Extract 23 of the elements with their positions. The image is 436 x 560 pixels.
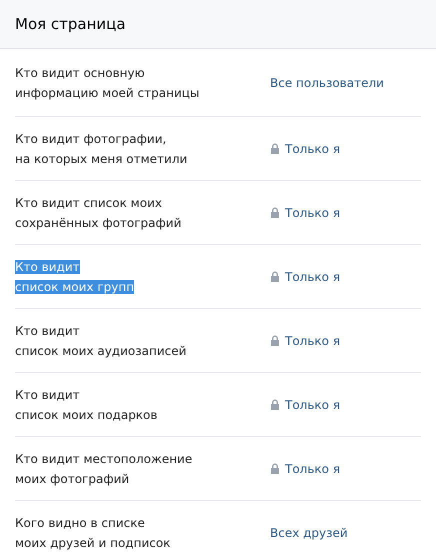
privacy-value-link[interactable]: Всех друзей: [270, 524, 348, 542]
lock-icon: [270, 463, 280, 474]
setting-label: Кто видит список моих подарков: [15, 386, 158, 424]
setting-label: Кто видит местоположение моих фотографий: [15, 450, 194, 488]
lock-icon: [270, 335, 280, 346]
privacy-value-link[interactable]: Только я: [270, 332, 340, 350]
privacy-value-link[interactable]: Только я: [270, 460, 340, 478]
privacy-value-link[interactable]: Только я: [270, 268, 340, 286]
lock-icon: [270, 207, 280, 218]
setting-label: Кто видит список моих групп: [15, 258, 136, 296]
privacy-value-link[interactable]: Только я: [270, 396, 340, 414]
lock-icon: [270, 399, 280, 410]
setting-label: Кого видно в списке моих друзей и подписок: [15, 515, 172, 552]
lock-icon: [270, 271, 280, 282]
setting-label: Кто видит список моих сохранённых фотографий: [15, 194, 182, 232]
privacy-value-link[interactable]: Только я: [270, 204, 340, 222]
setting-label: Кто видит основную информацию моей страницы: [15, 64, 200, 102]
privacy-value-link[interactable]: Все пользователи: [270, 74, 384, 92]
page-title: Моя страница: [15, 14, 126, 35]
setting-label: Кто видит список моих аудиозаписей: [15, 322, 188, 360]
setting-label: Кто видит фотографии, на которых меня отметили: [15, 130, 188, 168]
lock-icon: [270, 143, 280, 154]
privacy-value-link[interactable]: Только я: [270, 140, 340, 158]
